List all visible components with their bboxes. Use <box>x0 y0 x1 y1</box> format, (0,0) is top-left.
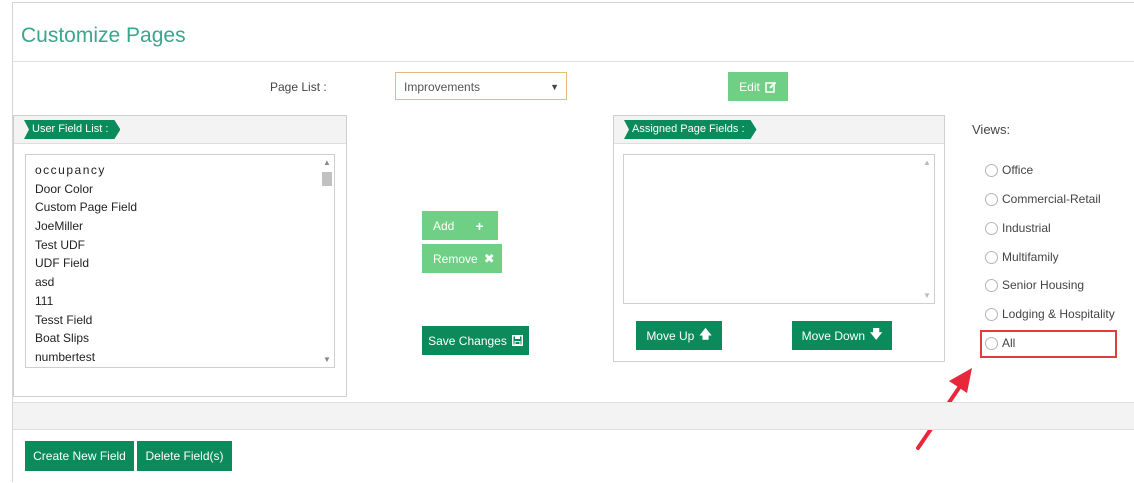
scroll-up-icon[interactable]: ▲ <box>320 158 334 167</box>
caret-down-icon: ▼ <box>550 82 559 92</box>
radio-button[interactable] <box>985 278 998 292</box>
list-item[interactable]: Tesst Field <box>26 311 334 330</box>
view-option-lodging-hospitality[interactable]: Lodging & Hospitality <box>985 307 1115 321</box>
view-option-label: Industrial <box>1002 221 1051 235</box>
listbox-scrollbar[interactable]: ▲ ▼ <box>320 155 334 367</box>
list-item[interactable]: occupancy <box>26 161 334 180</box>
edit-square-icon <box>765 81 777 93</box>
move-down-label: Move Down <box>801 328 865 343</box>
radio-button[interactable] <box>985 163 998 177</box>
assigned-page-fields-title: Assigned Page Fields : <box>624 120 757 139</box>
list-item[interactable]: Door Color <box>26 180 334 199</box>
move-down-button[interactable]: Move Down 🡇 <box>792 321 892 350</box>
list-item[interactable]: numbertest <box>26 348 334 367</box>
view-option-multifamily[interactable]: Multifamily <box>985 250 1059 264</box>
delete-fields-button[interactable]: Delete Field(s) <box>137 441 232 471</box>
assigned-page-fields-listbox[interactable]: ▲ ▼ <box>623 154 935 304</box>
floppy-disk-icon <box>511 335 523 346</box>
list-item[interactable]: UDF Field <box>26 254 334 273</box>
save-changes-label: Save Changes <box>428 333 507 348</box>
view-option-commercial-retail[interactable]: Commercial-Retail <box>985 192 1101 206</box>
plus-icon: + <box>475 217 484 234</box>
view-option-label: Office <box>1002 163 1034 177</box>
list-item[interactable]: JoeMiller <box>26 217 334 236</box>
scroll-down-icon[interactable]: ▼ <box>320 355 334 364</box>
bottom-bar <box>13 402 1134 430</box>
list-item[interactable]: 111 <box>26 292 334 311</box>
user-field-listbox[interactable]: occupancy Door Color Custom Page Field JoeM… <box>25 154 335 368</box>
x-icon: ✖ <box>483 250 495 266</box>
annotation-highlight-box <box>980 330 1117 358</box>
create-new-field-button[interactable]: Create New Field <box>25 441 134 471</box>
save-changes-button[interactable]: Save Changes <box>422 326 529 355</box>
user-field-list-title: User Field List : <box>24 120 120 139</box>
move-up-button[interactable]: Move Up 🡅 <box>636 321 722 350</box>
radio-button[interactable] <box>985 307 998 321</box>
add-button[interactable]: Add + <box>422 211 498 240</box>
remove-button-label: Remove <box>433 251 478 266</box>
view-option-industrial[interactable]: Industrial <box>985 221 1051 235</box>
page-list-selected-value: Improvements <box>404 80 481 94</box>
view-option-senior-housing[interactable]: Senior Housing <box>985 278 1084 292</box>
title-divider <box>13 61 1134 62</box>
scroll-thumb[interactable] <box>322 172 332 186</box>
arrow-down-icon: 🡇 <box>870 327 883 341</box>
assigned-page-fields-header: Assigned Page Fields : <box>614 116 944 144</box>
list-item[interactable]: asd <box>26 273 334 292</box>
radio-button[interactable] <box>985 221 998 235</box>
view-option-label: Senior Housing <box>1002 278 1085 292</box>
page-list-label: Page List : <box>270 80 327 94</box>
scroll-down-icon[interactable]: ▼ <box>920 291 934 300</box>
view-option-label: Lodging & Hospitality <box>1002 307 1115 321</box>
user-field-list-header: User Field List : <box>14 116 346 144</box>
page-list-select[interactable]: Improvements ▼ <box>395 72 567 100</box>
move-up-label: Move Up <box>646 328 695 343</box>
radio-button[interactable] <box>985 250 998 264</box>
add-button-label: Add <box>433 218 455 233</box>
view-option-label: Commercial-Retail <box>1002 192 1101 206</box>
scroll-up-icon[interactable]: ▲ <box>920 158 934 167</box>
assigned-listbox-scrollbar[interactable]: ▲ ▼ <box>920 155 934 303</box>
page-title: Customize Pages <box>21 24 186 47</box>
views-label: Views: <box>972 122 1011 137</box>
arrow-up-icon: 🡅 <box>699 327 712 341</box>
view-option-office[interactable]: Office <box>985 163 1033 177</box>
remove-button[interactable]: Remove ✖ <box>422 244 502 273</box>
radio-button[interactable] <box>985 192 998 206</box>
list-item[interactable]: Test UDF <box>26 236 334 255</box>
user-field-items: occupancy Door Color Custom Page Field JoeM… <box>26 155 334 367</box>
edit-button-label: Edit <box>739 79 760 94</box>
edit-button[interactable]: Edit <box>728 72 788 101</box>
list-item[interactable]: Boat Slips <box>26 329 334 348</box>
view-option-label: Multifamily <box>1002 250 1059 264</box>
list-item[interactable]: Custom Page Field <box>26 198 334 217</box>
